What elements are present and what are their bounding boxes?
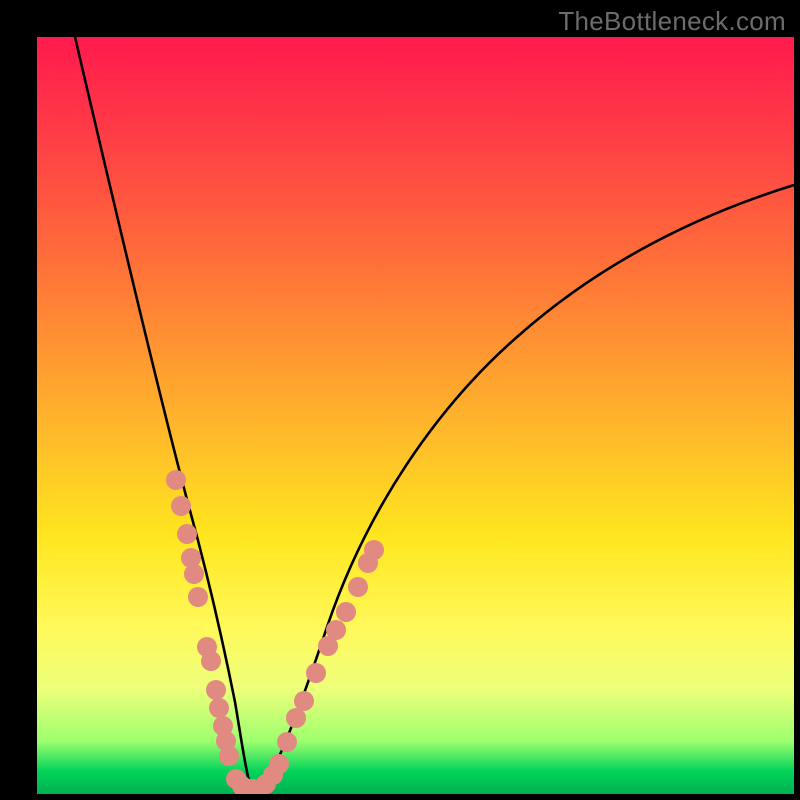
- bottleneck-curve: [37, 37, 794, 794]
- chart-frame: TheBottleneck.com: [0, 0, 800, 800]
- left-branch-dots: [166, 470, 239, 766]
- watermark-text: TheBottleneck.com: [558, 6, 786, 37]
- plot-area: [37, 37, 794, 794]
- right-branch-dots: [277, 540, 384, 752]
- curve-path: [75, 37, 794, 788]
